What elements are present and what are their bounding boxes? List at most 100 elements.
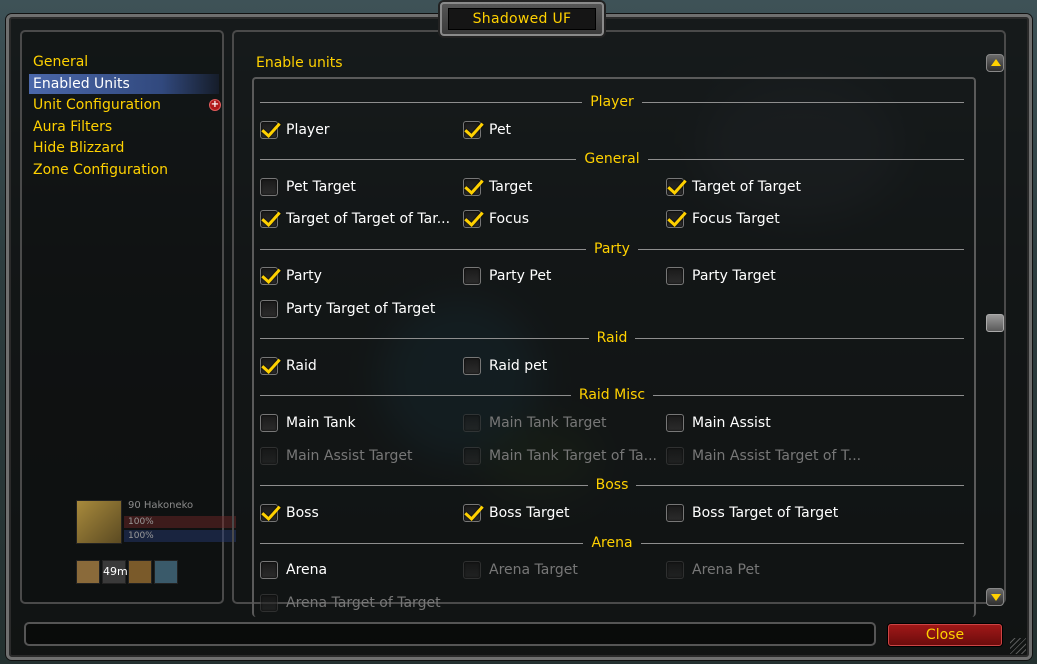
- checkmark-icon[interactable]: [463, 504, 481, 522]
- checkbox-arena[interactable]: Arena: [260, 558, 327, 582]
- checkbox-label: Arena Target of Target: [286, 595, 441, 611]
- checkbox-label: Boss Target: [489, 505, 570, 521]
- group-header-general: General: [260, 150, 964, 168]
- close-button[interactable]: Close: [888, 624, 1002, 646]
- status-bar: [24, 622, 876, 646]
- checkbox-party-target[interactable]: Party Target: [666, 264, 776, 288]
- checkmark-icon[interactable]: [260, 121, 278, 139]
- checkbox-player[interactable]: Player: [260, 118, 330, 142]
- nav-item-label: Zone Configuration: [33, 162, 169, 178]
- scroll-thumb[interactable]: [986, 314, 1004, 332]
- checkbox-target-of-target[interactable]: Target of Target: [666, 175, 801, 199]
- scroll-up-button[interactable]: [986, 54, 1004, 72]
- checkbox-box[interactable]: [260, 178, 278, 196]
- scrollbar[interactable]: [984, 52, 1006, 610]
- divider: [260, 484, 588, 486]
- section-heading: Enable units: [256, 55, 343, 71]
- divider: [635, 337, 964, 339]
- nav-item-label: Unit Configuration: [33, 97, 161, 113]
- nav-item-hide-blizzard[interactable]: Hide Blizzard: [29, 138, 225, 158]
- checkbox-arena-target: Arena Target: [463, 558, 578, 582]
- divider: [260, 542, 584, 544]
- checkbox-label: Boss: [286, 505, 319, 521]
- checkbox-main-assist[interactable]: Main Assist: [666, 411, 771, 435]
- divider: [260, 248, 587, 250]
- checkbox-label: Player: [286, 122, 330, 138]
- checkbox-box[interactable]: [666, 504, 684, 522]
- checkbox-pet-target[interactable]: Pet Target: [260, 175, 356, 199]
- checkbox-box[interactable]: [666, 267, 684, 285]
- checkbox-raid[interactable]: Raid: [260, 354, 317, 378]
- checkbox-boss[interactable]: Boss: [260, 501, 319, 525]
- nav-item-general[interactable]: General: [29, 52, 225, 72]
- buff-icon: [76, 560, 100, 584]
- group-header-arena: Arena: [260, 534, 964, 552]
- group-header-player: Player: [260, 93, 965, 111]
- checkbox-box[interactable]: [463, 267, 481, 285]
- checkbox-box[interactable]: [260, 300, 278, 318]
- checkbox-target-of-target-of-tar[interactable]: Target of Target of Tar...: [260, 207, 450, 231]
- checkbox-raid-pet[interactable]: Raid pet: [463, 354, 547, 378]
- checkbox-label: Main Assist Target of T...: [692, 448, 862, 464]
- divider: [636, 484, 965, 486]
- checkmark-icon[interactable]: [463, 178, 481, 196]
- checkbox-label: Raid pet: [489, 358, 548, 374]
- checkmark-icon[interactable]: [463, 121, 481, 139]
- nav-item-zone-configuration[interactable]: Zone Configuration: [29, 160, 225, 180]
- unit-name: 90 Hakoneko: [128, 500, 194, 511]
- arrow-down-icon: [991, 594, 1001, 601]
- group-label: Raid Misc: [578, 387, 646, 403]
- checkmark-icon[interactable]: [463, 210, 481, 228]
- checkmark-icon[interactable]: [260, 267, 278, 285]
- checkbox-party[interactable]: Party: [260, 264, 322, 288]
- player-portrait: [76, 500, 122, 544]
- checkbox-box[interactable]: [260, 414, 278, 432]
- checkbox-pet[interactable]: Pet: [463, 118, 511, 142]
- checkmark-icon[interactable]: [260, 210, 278, 228]
- checkbox-main-tank-target-of-ta: Main Tank Target of Ta...: [463, 444, 657, 468]
- title-plate[interactable]: Shadowed UF: [440, 2, 604, 36]
- checkbox-box: [666, 561, 684, 579]
- checkbox-label: Main Tank Target: [489, 415, 607, 431]
- buff-icon: [128, 560, 152, 584]
- expand-plus-icon[interactable]: +: [209, 99, 221, 111]
- checkmark-icon[interactable]: [260, 504, 278, 522]
- checkbox-label: Target of Target of Tar...: [286, 211, 451, 227]
- nav-item-unit-configuration[interactable]: Unit Configuration +: [29, 95, 225, 115]
- group-label: Boss: [595, 477, 629, 493]
- checkbox-party-pet[interactable]: Party Pet: [463, 264, 551, 288]
- checkbox-main-assist-target-of-t: Main Assist Target of T...: [666, 444, 861, 468]
- checkbox-label: Party Target: [692, 268, 776, 284]
- buff-icon: [154, 560, 178, 584]
- group-label: Party: [594, 241, 630, 257]
- health-bar: 100%: [124, 516, 236, 528]
- checkbox-arena-pet: Arena Pet: [666, 558, 760, 582]
- checkmark-icon[interactable]: [666, 210, 684, 228]
- unit-options-box: Player Player Pet General Pet Target Target Ta…: [252, 77, 976, 617]
- resize-grip-icon[interactable]: [1010, 638, 1026, 654]
- group-label: Arena: [591, 535, 633, 551]
- group-header-raid-misc: Raid Misc: [260, 386, 964, 404]
- checkbox-target[interactable]: Target: [463, 175, 532, 199]
- group-header-boss: Boss: [260, 476, 965, 494]
- checkbox-box[interactable]: [260, 561, 278, 579]
- checkbox-party-target-of-target[interactable]: Party Target of Target: [260, 297, 435, 321]
- checkmark-icon[interactable]: [666, 178, 684, 196]
- nav-item-aura-filters[interactable]: Aura Filters: [29, 117, 225, 137]
- nav-item-label: General: [33, 54, 89, 70]
- checkbox-box[interactable]: [463, 357, 481, 375]
- checkbox-focus[interactable]: Focus: [463, 207, 529, 231]
- scroll-down-button[interactable]: [986, 588, 1004, 606]
- checkbox-label: Target: [489, 179, 533, 195]
- checkbox-boss-target[interactable]: Boss Target: [463, 501, 570, 525]
- buff-row: 49m: [76, 560, 186, 584]
- nav-item-enabled-units[interactable]: Enabled Units: [29, 74, 219, 94]
- checkbox-boss-target-of-target[interactable]: Boss Target of Target: [666, 501, 838, 525]
- checkbox-main-tank[interactable]: Main Tank: [260, 411, 356, 435]
- checkbox-focus-target[interactable]: Focus Target: [666, 207, 780, 231]
- checkmark-icon[interactable]: [260, 357, 278, 375]
- checkbox-label: Pet: [489, 122, 512, 138]
- checkbox-label: Main Tank: [286, 415, 356, 431]
- group-label: Raid: [596, 330, 628, 346]
- checkbox-box[interactable]: [666, 414, 684, 432]
